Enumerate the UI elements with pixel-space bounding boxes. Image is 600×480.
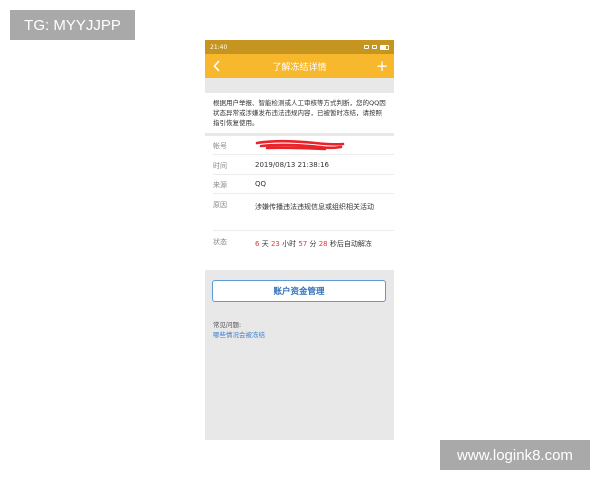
faq-link[interactable]: 哪些情况会被冻结 — [213, 330, 265, 340]
battery-icon — [380, 44, 389, 50]
freeze-details: 帐号 时间 2019/08/13 21:38:16 来源 QQ 原因 涉嫌传播违… — [205, 136, 394, 270]
countdown-seconds-unit: 秒后自动解冻 — [329, 240, 372, 248]
countdown-hours-unit: 小时 — [282, 240, 297, 248]
chevron-left-icon — [213, 60, 220, 72]
back-button[interactable] — [209, 57, 225, 75]
detail-row-status: 状态 6 天 23 小时 57 分 28 秒后自动解冻 — [213, 231, 394, 268]
detail-row-time: 时间 2019/08/13 21:38:16 — [213, 155, 394, 175]
nav-bar: 了解冻结详情 + — [205, 54, 394, 78]
countdown-days-unit: 天 — [261, 240, 269, 248]
time-label: 时间 — [213, 162, 227, 170]
button-container: 账户资金管理 — [212, 280, 386, 302]
detail-row-reason: 原因 涉嫌传播违法违规信息或组织相关活动 — [213, 194, 394, 231]
source-label: 来源 — [213, 181, 227, 189]
status-countdown: 6 天 23 小时 57 分 28 秒后自动解冻 — [255, 231, 390, 251]
reason-value: 涉嫌传播违法违规信息或组织相关活动 — [255, 203, 374, 211]
countdown-seconds: 28 — [318, 240, 328, 248]
status-time: 21:40 — [210, 43, 228, 51]
status-bar: 21:40 — [205, 40, 394, 54]
account-label: 帐号 — [213, 142, 227, 150]
countdown-days: 6 — [255, 240, 260, 248]
page-title: 了解冻结详情 — [272, 62, 327, 73]
watermark-top: TG: MYYJJPP — [10, 10, 135, 40]
watermark-bottom: www.logink8.com — [440, 440, 590, 470]
time-value: 2019/08/13 21:38:16 — [255, 161, 330, 169]
reason-label: 原因 — [213, 201, 227, 209]
add-button[interactable]: + — [374, 56, 390, 76]
account-funds-button[interactable]: 账户资金管理 — [212, 280, 386, 302]
faq-title: 常见问题: — [213, 321, 242, 329]
phone-screen: 21:40 了解冻结详情 + 根据用户举报、智能检测或人工审核等方式判断，您的Q… — [205, 40, 394, 440]
detail-row-account: 帐号 — [213, 136, 394, 155]
alarm-icon — [364, 45, 369, 49]
status-label: 状态 — [213, 238, 227, 246]
signal-icon — [372, 45, 377, 49]
faq-section: 常见问题: 哪些情况会被冻结 — [213, 320, 265, 340]
account-redaction-scribble — [255, 139, 345, 153]
freeze-notice: 根据用户举报、智能检测或人工审核等方式判断，您的QQ因状态异常或涉嫌发布违法违规… — [205, 93, 394, 133]
status-icons — [364, 44, 389, 50]
countdown-minutes-unit: 分 — [309, 240, 317, 248]
countdown-hours: 23 — [270, 240, 280, 248]
countdown-minutes: 57 — [298, 240, 308, 248]
detail-row-source: 来源 QQ — [213, 175, 394, 194]
source-value: QQ — [255, 180, 267, 188]
